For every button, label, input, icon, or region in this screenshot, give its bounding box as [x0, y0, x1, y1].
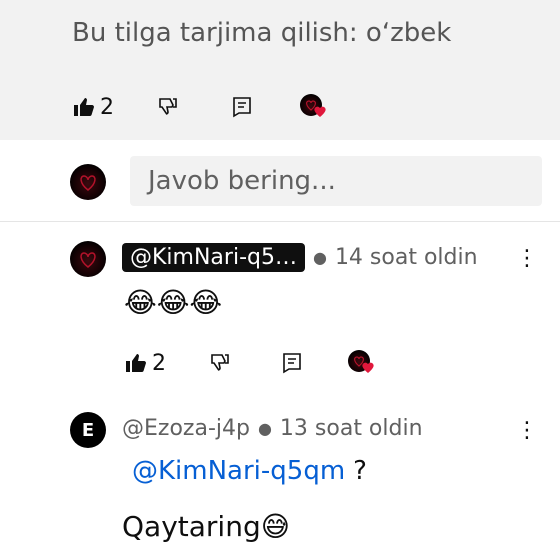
reply-header: @KimNari-q5… ● 14 soat oldin: [122, 243, 478, 272]
reply-icon[interactable]: [230, 95, 254, 119]
more-vert-icon[interactable]: ⋮: [516, 246, 538, 271]
author-handle[interactable]: @Ezoza-j4p: [122, 416, 250, 441]
mention-suffix: ?: [353, 456, 367, 486]
like-count: 2: [100, 94, 114, 120]
timestamp: 14 soat oldin: [334, 245, 478, 270]
comment-text: 😂😂😂: [124, 286, 223, 319]
reply-avatar[interactable]: E: [70, 412, 106, 448]
mention-link[interactable]: @KimNari-q5qm: [132, 456, 345, 486]
reply-input[interactable]: Javob bering...: [130, 156, 542, 206]
author-handle[interactable]: @KimNari-q5…: [122, 243, 305, 272]
reply-header: @Ezoza-j4p ● 13 soat oldin: [122, 416, 423, 441]
comment-text: Qaytaring😅: [122, 510, 290, 543]
creator-heart-icon: [348, 348, 378, 378]
separator-dot: ●: [312, 248, 327, 267]
thumbs-up-icon[interactable]: [124, 351, 148, 375]
more-vert-icon[interactable]: ⋮: [516, 418, 538, 443]
like-count: 2: [152, 350, 166, 376]
thumbs-down-icon[interactable]: [156, 95, 180, 119]
comment-toolbar: 2: [72, 92, 330, 122]
thumbs-up-icon[interactable]: [72, 95, 96, 119]
creator-heart-icon: [300, 92, 330, 122]
user-avatar: [70, 164, 106, 200]
timestamp: 13 soat oldin: [279, 416, 423, 441]
thumbs-down-icon[interactable]: [208, 351, 232, 375]
translate-link[interactable]: Bu tilga tarjima qilish: oʻzbek: [72, 18, 451, 48]
mention-line: @KimNari-q5qm ?: [132, 456, 367, 486]
comment-toolbar: 2: [124, 348, 378, 378]
reply-avatar[interactable]: [70, 241, 106, 277]
reply-icon[interactable]: [280, 351, 304, 375]
separator-dot: ●: [257, 419, 272, 438]
divider: [0, 221, 560, 222]
